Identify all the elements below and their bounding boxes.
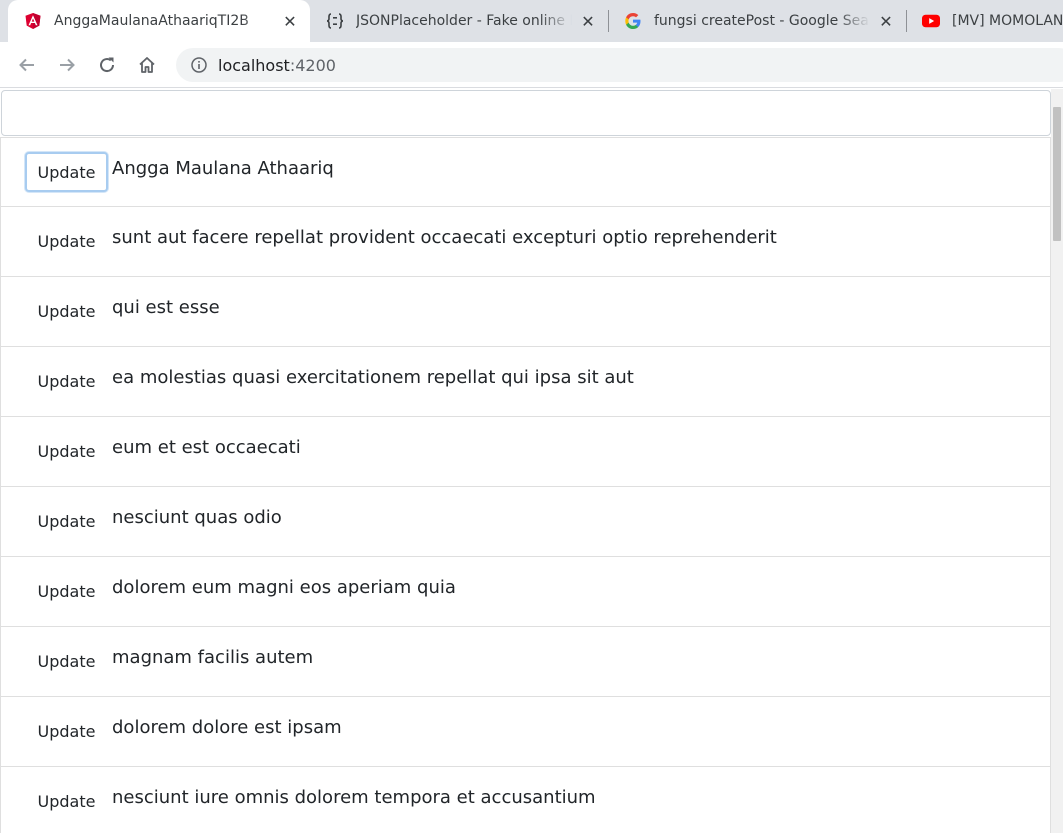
browser-toolbar: localhost:4200 bbox=[0, 42, 1063, 88]
list-item: Update sunt aut facere repellat providen… bbox=[0, 207, 1051, 277]
tab-separator bbox=[906, 10, 907, 32]
home-button[interactable] bbox=[132, 50, 162, 80]
angular-icon bbox=[24, 12, 42, 30]
list-item: Update dolorem dolore est ipsam bbox=[0, 697, 1051, 767]
post-title: Angga Maulana Athaariq bbox=[112, 158, 334, 179]
tab-title: [MV] MOMOLAND bbox=[952, 13, 1063, 29]
post-title: nesciunt iure omnis dolorem tempora et a… bbox=[112, 787, 596, 808]
update-button[interactable]: Update bbox=[25, 571, 108, 611]
list-item: Update ea molestias quasi exercitationem… bbox=[0, 347, 1051, 417]
update-button[interactable]: Update bbox=[25, 501, 108, 541]
update-button[interactable]: Update bbox=[25, 431, 108, 471]
list-item: Update nesciunt quas odio bbox=[0, 487, 1051, 557]
back-button[interactable] bbox=[12, 50, 42, 80]
reload-button[interactable] bbox=[92, 50, 122, 80]
post-title: dolorem eum magni eos aperiam quia bbox=[112, 577, 456, 598]
tab-jsonplaceholder[interactable]: JSONPlaceholder - Fake online REST API ✕ bbox=[316, 0, 608, 42]
post-title: qui est esse bbox=[112, 297, 220, 318]
list-item: Update eum et est occaecati bbox=[0, 417, 1051, 487]
tab-strip: AnggaMaulanaAthaariqTI2B ✕ JSONPlacehold… bbox=[0, 0, 1063, 42]
jsonplaceholder-icon bbox=[326, 12, 344, 30]
tab-close-icon[interactable]: ✕ bbox=[876, 11, 896, 31]
post-title: nesciunt quas odio bbox=[112, 507, 282, 528]
tab-youtube[interactable]: [MV] MOMOLAND bbox=[912, 0, 1063, 42]
site-info-icon[interactable] bbox=[190, 56, 208, 74]
forward-button[interactable] bbox=[52, 50, 82, 80]
page-viewport: Update Angga Maulana Athaariq Update sun… bbox=[0, 89, 1063, 833]
back-arrow-icon bbox=[19, 58, 34, 72]
tab-title: AnggaMaulanaAthaariqTI2B bbox=[54, 13, 249, 29]
forward-arrow-icon bbox=[60, 58, 75, 72]
tab-title: fungsi createPost - Google Search bbox=[654, 13, 870, 29]
tab-close-icon[interactable]: ✕ bbox=[280, 11, 300, 31]
post-title: sunt aut facere repellat provident occae… bbox=[112, 227, 777, 248]
update-button[interactable]: Update bbox=[25, 291, 108, 331]
update-button[interactable]: Update bbox=[25, 152, 108, 192]
list-item: Update Angga Maulana Athaariq bbox=[0, 137, 1051, 207]
home-icon bbox=[139, 57, 155, 73]
update-button[interactable]: Update bbox=[25, 711, 108, 751]
tab-angga[interactable]: AnggaMaulanaAthaariqTI2B ✕ bbox=[8, 0, 310, 42]
post-title: ea molestias quasi exercitationem repell… bbox=[112, 367, 634, 388]
tab-google-search[interactable]: fungsi createPost - Google Search ✕ bbox=[614, 0, 906, 42]
list-item: Update qui est esse bbox=[0, 277, 1051, 347]
google-icon bbox=[624, 12, 642, 30]
post-input-box[interactable] bbox=[1, 90, 1051, 136]
post-title: eum et est occaecati bbox=[112, 437, 301, 458]
tab-title: JSONPlaceholder - Fake online REST API bbox=[356, 13, 572, 29]
vertical-scrollbar[interactable] bbox=[1051, 89, 1063, 833]
address-bar[interactable]: localhost:4200 bbox=[176, 48, 1063, 82]
list-item: Update dolorem eum magni eos aperiam qui… bbox=[0, 557, 1051, 627]
youtube-icon bbox=[922, 12, 940, 30]
update-button[interactable]: Update bbox=[25, 221, 108, 261]
update-button[interactable]: Update bbox=[25, 641, 108, 681]
list-item: Update nesciunt iure omnis dolorem tempo… bbox=[0, 767, 1051, 833]
tab-close-icon[interactable]: ✕ bbox=[578, 11, 598, 31]
list-item: Update magnam facilis autem bbox=[0, 627, 1051, 697]
reload-icon bbox=[100, 57, 115, 73]
tab-separator bbox=[608, 10, 609, 32]
update-button[interactable]: Update bbox=[25, 361, 108, 401]
url-host: localhost bbox=[218, 55, 290, 75]
scrollbar-thumb[interactable] bbox=[1053, 107, 1061, 241]
url-port: :4200 bbox=[289, 55, 336, 75]
post-list: Update Angga Maulana Athaariq Update sun… bbox=[0, 137, 1051, 833]
post-title: magnam facilis autem bbox=[112, 647, 314, 668]
post-title: dolorem dolore est ipsam bbox=[112, 717, 342, 738]
update-button[interactable]: Update bbox=[25, 781, 108, 821]
